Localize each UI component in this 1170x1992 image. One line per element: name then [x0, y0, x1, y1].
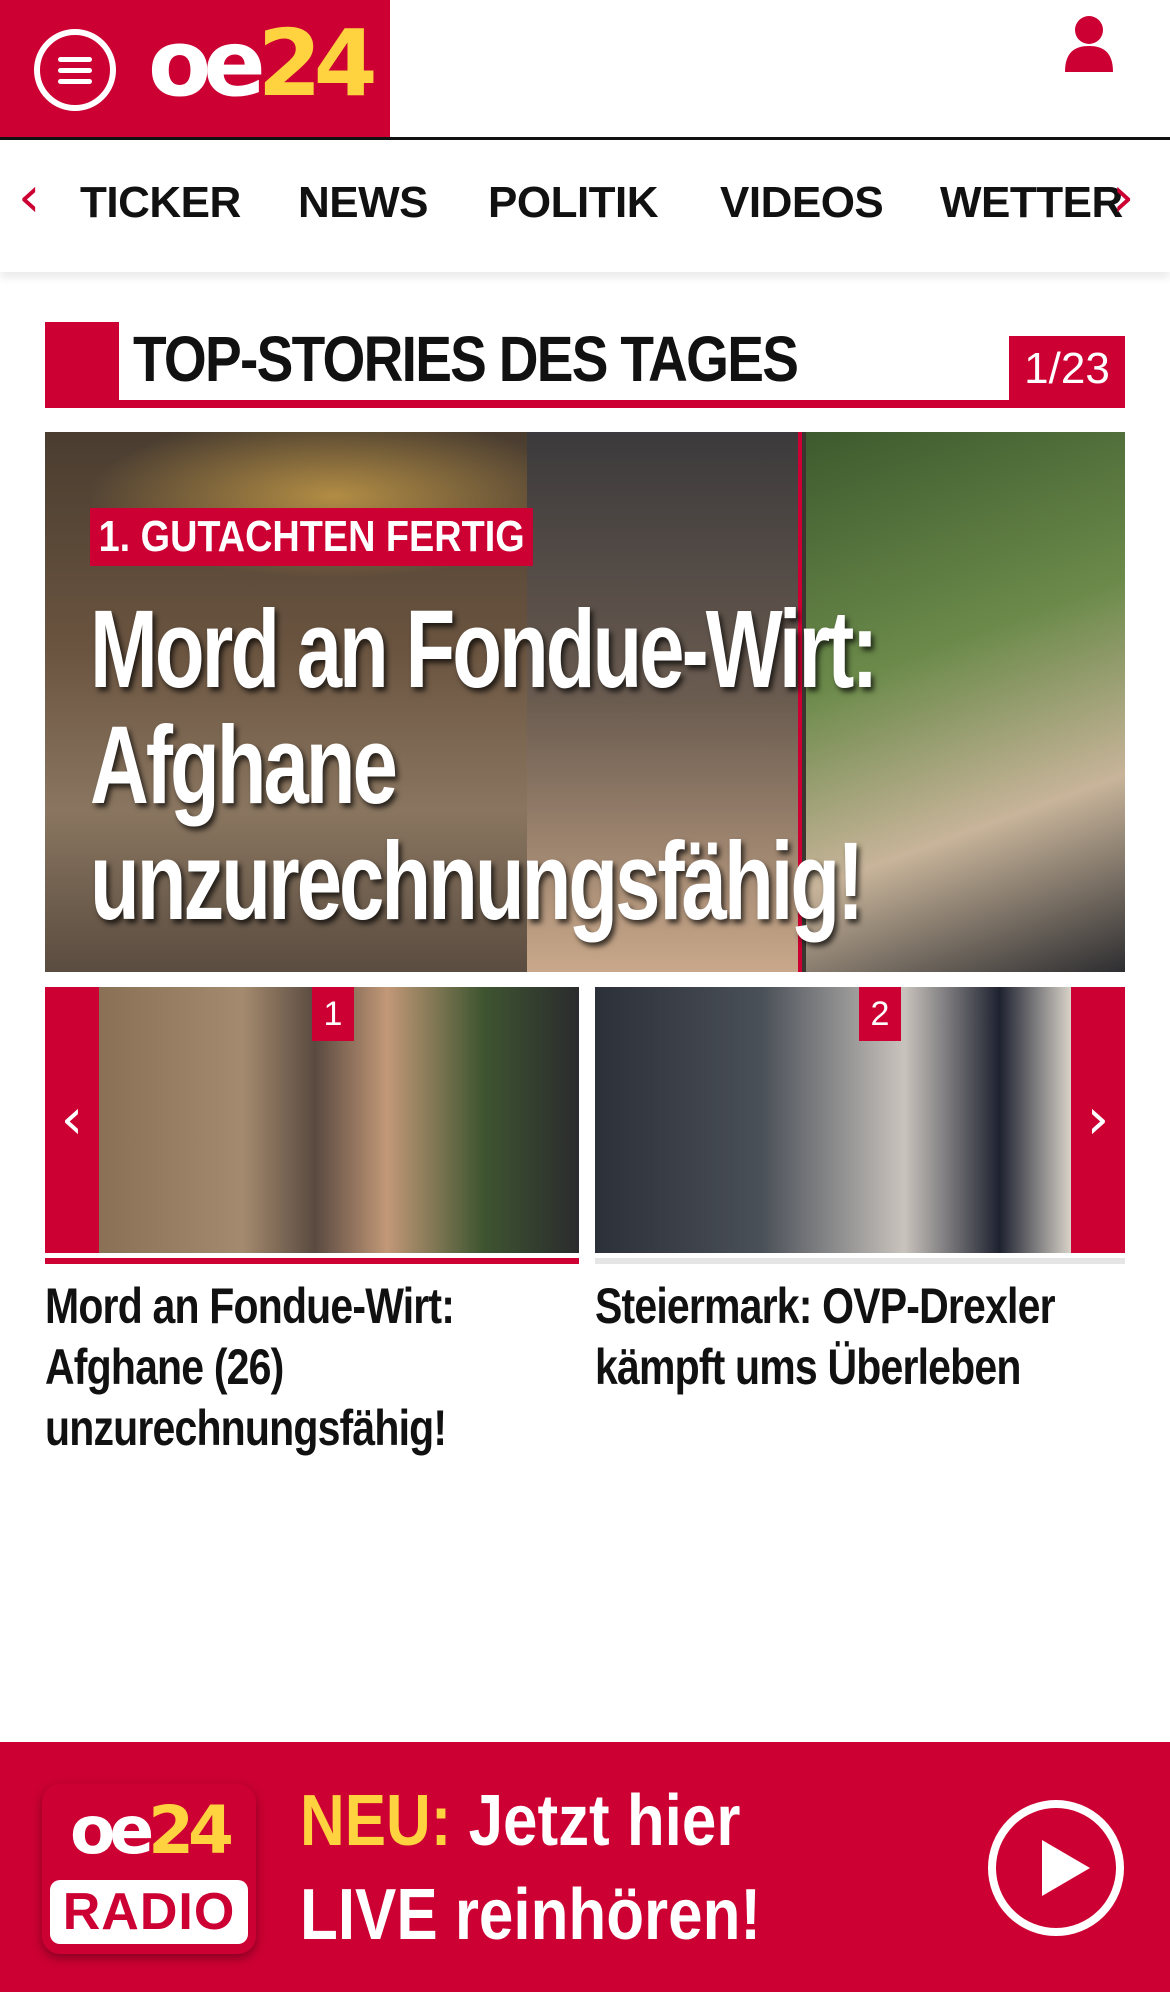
section-heading: TOP-STORIES DES TAGES 1/23 [45, 322, 1125, 408]
story-title-2[interactable]: Steiermark: OVP-Drexler kämpft ums Überl… [595, 1276, 1120, 1398]
heading-accent [45, 322, 119, 408]
carousel-next-arrow-icon[interactable]: › [1071, 987, 1125, 1253]
nav-item-wetter[interactable]: WETTER [940, 178, 1123, 228]
story-counter: 1/23 [1009, 336, 1125, 400]
section-title: TOP-STORIES DES TAGES [133, 323, 799, 395]
carousel-prev-arrow-icon[interactable]: ‹ [45, 987, 99, 1253]
play-triangle [1042, 1840, 1090, 1896]
heading-underline [45, 400, 1125, 408]
nav-item-news[interactable]: NEWS [298, 178, 429, 228]
radio-promo-text: NEU: Jetzt hier LIVE reinhören! [300, 1774, 761, 1962]
logo-24-text: 24 [257, 10, 378, 117]
logo-oe-text: oe [148, 10, 266, 117]
menu-line [58, 57, 92, 62]
inactive-story-indicator [595, 1258, 1125, 1264]
oe24-logo[interactable]: oe24 [148, 18, 378, 110]
hero-headline: Mord an Fondue-Wirt: Afghane unzurechnun… [90, 588, 879, 943]
story-number-badge: 2 [859, 987, 901, 1041]
story-carousel: ‹ 1 2 › [45, 987, 1125, 1253]
hamburger-menu-icon[interactable] [34, 29, 116, 111]
nav-item-videos[interactable]: VIDEOS [720, 178, 884, 228]
menu-line [58, 68, 92, 73]
radio-banner[interactable]: oe24 RADIO NEU: Jetzt hier LIVE reinhöre… [0, 1742, 1170, 1992]
nav-item-politik[interactable]: POLITIK [488, 178, 659, 228]
story-thumbnail-2[interactable] [595, 987, 1071, 1253]
radio-logo-top: oe24 [42, 1798, 256, 1864]
nav-item-ticker[interactable]: TICKER [80, 178, 241, 228]
menu-line [58, 79, 92, 84]
user-icon[interactable] [1063, 14, 1115, 72]
oe24-radio-logo: oe24 RADIO [42, 1784, 256, 1954]
logo-block: oe24 [0, 0, 390, 137]
radio-promo-line1: NEU: Jetzt hier [300, 1774, 761, 1868]
nav-right-arrow-icon[interactable]: › [1112, 170, 1134, 226]
radio-promo-line2: LIVE reinhören! [300, 1875, 762, 1955]
active-story-indicator [45, 1258, 579, 1264]
radio-logo-oe: oe [70, 1792, 154, 1869]
nav-left-arrow-icon[interactable]: ‹ [18, 170, 40, 226]
radio-line1-text: Jetzt hier [468, 1781, 741, 1861]
hero-story[interactable]: 1. GUTACHTEN FERTIG Mord an Fondue-Wirt:… [45, 432, 1125, 972]
radio-new-label: NEU: [300, 1781, 452, 1861]
story-title-1[interactable]: Mord an Fondue-Wirt: Afghane (26) unzure… [45, 1276, 570, 1459]
story-number-badge: 1 [312, 987, 354, 1041]
category-nav: ‹ TICKER NEWS POLITIK VIDEOS WETTER › [0, 140, 1170, 272]
play-icon[interactable] [988, 1800, 1124, 1936]
top-bar: oe24 [0, 0, 1170, 140]
hero-kicker: 1. GUTACHTEN FERTIG [90, 508, 534, 566]
radio-logo-24: 24 [148, 1792, 234, 1869]
radio-logo-label: RADIO [50, 1880, 248, 1944]
